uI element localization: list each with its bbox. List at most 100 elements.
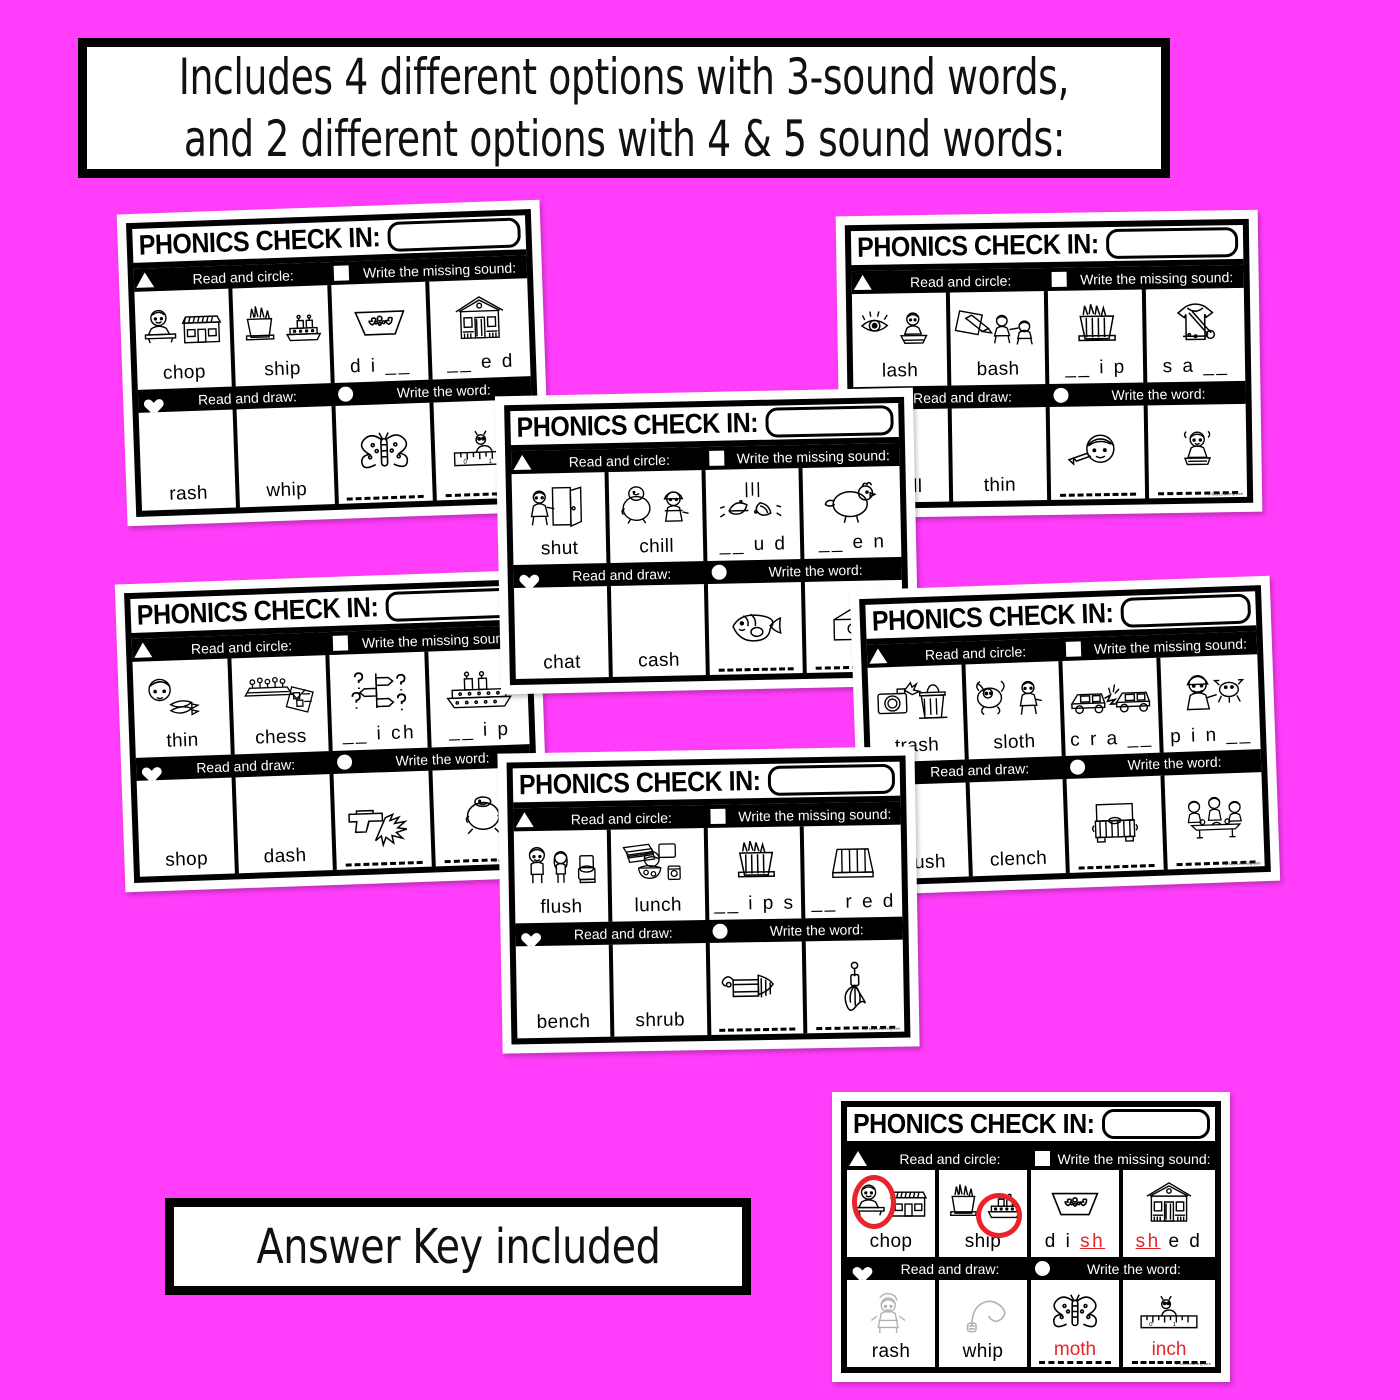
- read-and-circle-cell[interactable]: bash: [949, 291, 1050, 386]
- missing-sound-label: c r a __: [1069, 726, 1154, 751]
- phonics-worksheet-card[interactable]: PHONICS CHECK IN: Read and circle: Write…: [114, 569, 550, 893]
- read-and-draw-cell[interactable]: rash: [847, 1280, 939, 1367]
- write-the-word-cell[interactable]: moth: [1031, 1280, 1123, 1367]
- read-and-circle-cell[interactable]: shut: [511, 472, 611, 566]
- missing-sound-cell[interactable]: sh e d: [1123, 1170, 1215, 1257]
- inch-ruler-bug-icon: 01: [1125, 1283, 1213, 1340]
- triangle-icon: [511, 451, 533, 474]
- bottom-cell-row: rash whip moth 01 inch: [847, 1280, 1215, 1367]
- missing-sound-cell[interactable]: s a __: [1146, 288, 1245, 383]
- write-missing-sound-label: Write the missing sound:: [738, 805, 892, 824]
- read-and-circle-cell[interactable]: chill: [608, 470, 708, 564]
- copyright-watermark: © Mrs Learning Bee: [1207, 490, 1244, 497]
- read-and-draw-cell[interactable]: cash: [610, 583, 710, 678]
- top-cell-row: trash sloth c r a __ p i n __: [867, 654, 1261, 763]
- missing-sound-cell[interactable]: p i n __: [1160, 654, 1261, 752]
- missing-sound-cell[interactable]: __ i ch: [329, 651, 432, 751]
- shred-cheese-icon: [806, 828, 900, 893]
- missing-sound-cell[interactable]: __ u d: [705, 467, 805, 561]
- read-and-circle-cell[interactable]: flush: [513, 829, 613, 924]
- name-input-box[interactable]: [386, 217, 522, 253]
- read-and-draw-header: Read and draw:: [515, 920, 709, 946]
- write-the-word-header: Write the word:: [1049, 381, 1245, 407]
- camera-flash-and-trash-can-icon: [870, 668, 962, 737]
- missing-sound-cell[interactable]: __ e n: [802, 466, 901, 559]
- write-the-word-cell[interactable]: [1049, 405, 1150, 500]
- write-the-word-cell[interactable]: 01 inch: [1123, 1280, 1215, 1367]
- name-input-box[interactable]: [1105, 227, 1239, 260]
- copyright-watermark: © Mrs Learning Bee: [864, 1025, 901, 1032]
- read-and-circle-cell[interactable]: sloth: [964, 661, 1066, 759]
- name-input-box[interactable]: [764, 405, 894, 438]
- read-and-draw-cell[interactable]: shop: [136, 777, 239, 877]
- read-and-draw-cell[interactable]: clench: [969, 778, 1070, 877]
- missing-sound-label: __ i ch: [342, 722, 417, 746]
- name-input-box[interactable]: [1101, 1109, 1210, 1139]
- read-and-draw-label: Read and draw:: [573, 924, 673, 942]
- missing-sound-cell[interactable]: __ e d: [429, 278, 531, 379]
- phonics-worksheet-card[interactable]: PHONICS CHECK IN: Read and circle: Write…: [497, 746, 920, 1054]
- thin-boy-and-ribbon-icon: [135, 662, 228, 732]
- write-the-word-cell[interactable]: [709, 941, 808, 1035]
- svg-text:1: 1: [1173, 1322, 1176, 1328]
- square-icon: [329, 631, 352, 655]
- read-and-draw-cell[interactable]: shrub: [612, 942, 711, 1037]
- read-and-draw-cell[interactable]: bench: [515, 944, 615, 1039]
- draw-word-label: shrub: [635, 1009, 686, 1032]
- read-and-circle-cell[interactable]: chop: [134, 288, 237, 390]
- read-and-circle-cell[interactable]: chop: [847, 1170, 939, 1257]
- page-title: PHONICS CHECK IN:: [136, 591, 379, 631]
- draw-word-label: shop: [164, 848, 209, 871]
- read-and-circle-cell[interactable]: lash: [851, 292, 952, 388]
- write-word-line[interactable]: [1053, 491, 1143, 497]
- read-and-draw-cell[interactable]: chat: [513, 586, 613, 680]
- write-the-word-cell[interactable]: [806, 940, 904, 1034]
- missing-sound-cell[interactable]: __ i p: [1047, 289, 1148, 384]
- missing-sound-cell[interactable]: d i sh: [1031, 1170, 1123, 1257]
- missing-sound-cell[interactable]: __ r e d: [804, 825, 902, 919]
- write-the-word-header: Write the word:: [709, 917, 903, 943]
- shed-house-icon: [431, 281, 528, 353]
- write-the-word-cell[interactable]: [707, 581, 807, 675]
- section-header-top: Read and circle: Write the missing sound…: [847, 1147, 1215, 1170]
- read-and-draw-cell[interactable]: whip: [939, 1280, 1031, 1367]
- write-the-word-cell[interactable]: [1066, 775, 1168, 873]
- boy-and-girl-flushing-toilet-icon: [516, 833, 606, 898]
- read-and-circle-cell[interactable]: ship: [232, 285, 335, 387]
- write-missing-sound-label: Write the missing sound:: [1057, 1150, 1211, 1167]
- missing-sound-cell[interactable]: c r a __: [1062, 657, 1164, 756]
- worksheet-body: PHONICS CHECK IN: Read and circle: Write…: [841, 1101, 1221, 1373]
- page-title: PHONICS CHECK IN:: [518, 764, 761, 801]
- read-and-draw-cell[interactable]: whip: [236, 405, 339, 508]
- read-and-circle-label: Read and circle:: [192, 266, 295, 287]
- dish-bowl-icon: [1033, 1173, 1117, 1231]
- write-the-word-cell[interactable]: [335, 402, 437, 504]
- draw-area-icon: [615, 946, 705, 1011]
- name-input-box[interactable]: [1119, 593, 1252, 628]
- missing-sound-cell[interactable]: d i __: [330, 281, 433, 383]
- read-and-draw-header: Read and draw:: [847, 1257, 1031, 1280]
- name-input-box[interactable]: [767, 763, 896, 796]
- phonics-worksheet-card[interactable]: PHONICS CHECK IN: Read and circle: Write…: [116, 199, 551, 527]
- write-missing-sound-label: Write the missing sound:: [736, 446, 890, 466]
- read-and-circle-cell[interactable]: lunch: [610, 828, 709, 922]
- write-word-line[interactable]: [712, 665, 801, 672]
- write-the-word-cell[interactable]: [1164, 772, 1265, 870]
- banner-inner: Includes 4 different options with 3-soun…: [87, 47, 1161, 169]
- write-the-word-cell[interactable]: [1148, 404, 1247, 499]
- shot-gun-bang-icon: [336, 774, 429, 862]
- write-the-word-cell[interactable]: [333, 770, 436, 870]
- write-missing-sound-label: Write the missing sound:: [1093, 635, 1248, 657]
- read-and-circle-cell[interactable]: ship: [939, 1170, 1031, 1257]
- phonics-answer-key-card[interactable]: PHONICS CHECK IN: Read and circle: Write…: [832, 1092, 1230, 1382]
- missing-sound-label: __ e n: [818, 531, 887, 554]
- write-word-line[interactable]: [713, 1025, 802, 1032]
- bottom-cell-row: chat cash: [513, 580, 904, 680]
- missing-sound-label: d i sh: [1044, 1231, 1106, 1252]
- read-and-draw-cell[interactable]: dash: [235, 773, 337, 874]
- missing-sound-cell[interactable]: __ i p s: [707, 826, 806, 920]
- read-and-circle-cell[interactable]: thin: [132, 658, 235, 758]
- read-and-draw-cell[interactable]: rash: [138, 409, 241, 511]
- read-and-circle-cell[interactable]: chess: [230, 655, 333, 755]
- read-and-draw-cell[interactable]: thin: [951, 406, 1052, 502]
